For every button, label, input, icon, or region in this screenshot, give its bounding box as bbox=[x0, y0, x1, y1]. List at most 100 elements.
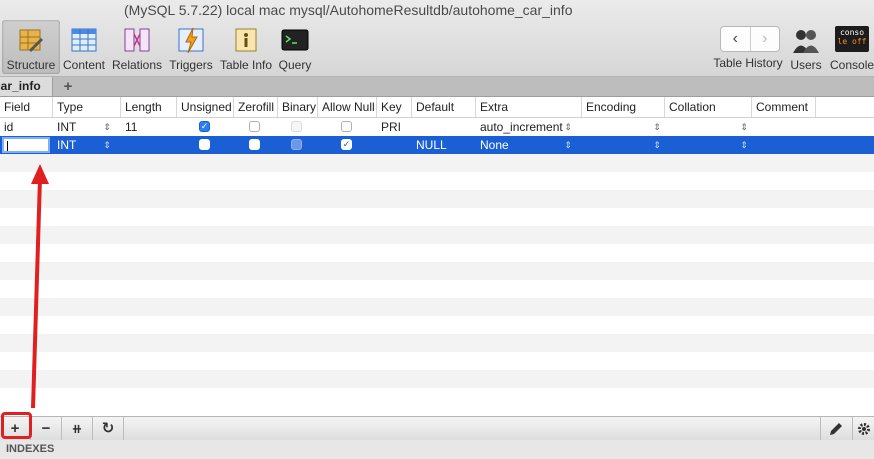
toolbar-users-label: Users bbox=[790, 58, 822, 72]
console-badge-top: conso bbox=[839, 28, 865, 37]
tab-bar: car_info + bbox=[0, 77, 874, 97]
type-stepper-icon[interactable]: ⇕ bbox=[102, 118, 112, 136]
pencil-icon bbox=[830, 423, 842, 435]
toolbar-triggers-label: Triggers bbox=[169, 58, 213, 72]
toolbar-query-button[interactable]: Query bbox=[277, 20, 313, 74]
gear-icon bbox=[858, 423, 870, 435]
table-row-selected[interactable]: INT ⇕ ✓ NULL None ⇕ ⇕ ⇕ bbox=[0, 136, 874, 154]
zerofill-checkbox[interactable] bbox=[249, 139, 260, 150]
toolbar-content-button[interactable]: Content bbox=[62, 20, 106, 74]
toolbar-table-info-button[interactable]: Table Info bbox=[219, 20, 273, 74]
console-badge-bottom: le off bbox=[837, 37, 867, 46]
column-header-unsigned[interactable]: Unsigned bbox=[177, 97, 234, 117]
extra-cell[interactable]: None bbox=[476, 136, 566, 154]
toolbar-structure-label: Structure bbox=[6, 58, 56, 72]
table-history-button[interactable]: Table History bbox=[712, 50, 784, 72]
console-icon: conso le off bbox=[835, 26, 869, 52]
empty-row bbox=[0, 208, 874, 226]
column-header-encoding[interactable]: Encoding bbox=[582, 97, 665, 117]
encoding-stepper-icon[interactable]: ⇕ bbox=[652, 136, 662, 154]
gear-button[interactable] bbox=[852, 417, 874, 440]
collation-stepper-icon[interactable]: ⇕ bbox=[739, 118, 749, 136]
window-toolbar: (MySQL 5.7.22) local mac mysql/AutohomeR… bbox=[0, 0, 874, 77]
edit-pencil-button[interactable] bbox=[820, 417, 851, 440]
empty-row bbox=[0, 388, 874, 406]
refresh-button[interactable]: ↻ bbox=[93, 417, 124, 440]
table-history-label: Table History bbox=[713, 56, 783, 70]
empty-row bbox=[0, 316, 874, 334]
window-title: (MySQL 5.7.22) local mac mysql/AutohomeR… bbox=[124, 2, 573, 18]
toolbar-relations-button[interactable]: Relations bbox=[112, 20, 162, 74]
default-cell[interactable]: NULL bbox=[412, 136, 476, 154]
field-cell[interactable]: id bbox=[0, 118, 53, 136]
type-cell[interactable]: INT bbox=[53, 136, 103, 154]
column-header-extra[interactable]: Extra bbox=[476, 97, 582, 117]
zerofill-checkbox[interactable] bbox=[249, 121, 260, 132]
table-header: Field Type Length Unsigned Zerofill Bina… bbox=[0, 97, 874, 118]
allow-null-checkbox[interactable] bbox=[341, 121, 352, 132]
toolbar-structure-button[interactable]: Structure bbox=[2, 20, 60, 74]
remove-field-button[interactable]: − bbox=[31, 417, 62, 440]
key-cell: PRI bbox=[381, 120, 402, 134]
column-header-type[interactable]: Type bbox=[53, 97, 121, 117]
annotation-highlight-box bbox=[1, 412, 32, 439]
column-header-collation[interactable]: Collation bbox=[665, 97, 752, 117]
encoding-stepper-icon[interactable]: ⇕ bbox=[652, 118, 662, 136]
query-icon bbox=[281, 26, 309, 54]
duplicate-field-button[interactable]: ⧺ bbox=[62, 417, 93, 440]
table-history-nav: ‹ › bbox=[720, 26, 780, 52]
extra-stepper-icon[interactable]: ⇕ bbox=[563, 136, 573, 154]
empty-row bbox=[0, 262, 874, 280]
unsigned-checkbox[interactable]: ✓ bbox=[199, 121, 210, 132]
structure-icon bbox=[17, 26, 45, 54]
toolbar-triggers-button[interactable]: Triggers bbox=[168, 20, 214, 74]
toolbar-query-label: Query bbox=[278, 58, 312, 72]
empty-row bbox=[0, 334, 874, 352]
column-header-comment[interactable]: Comment bbox=[752, 97, 816, 117]
toolbar-table-info-label: Table Info bbox=[219, 58, 273, 72]
empty-row bbox=[0, 352, 874, 370]
toolbar-relations-label: Relations bbox=[112, 58, 163, 72]
type-cell[interactable]: INT bbox=[53, 118, 103, 136]
empty-row bbox=[0, 154, 874, 172]
table-info-icon bbox=[232, 26, 260, 54]
column-header-key[interactable]: Key bbox=[377, 97, 412, 117]
column-header-field[interactable]: Field bbox=[0, 97, 53, 117]
empty-row bbox=[0, 226, 874, 244]
default-cell[interactable] bbox=[412, 118, 476, 136]
history-back-button[interactable]: ‹ bbox=[721, 27, 750, 51]
binary-checkbox[interactable] bbox=[291, 139, 302, 150]
tab-car-info[interactable]: car_info bbox=[0, 77, 53, 96]
toolbar-console-button[interactable]: conso le off Console bbox=[830, 20, 874, 74]
empty-row bbox=[0, 172, 874, 190]
history-forward-button[interactable]: › bbox=[749, 27, 780, 51]
column-header-binary[interactable]: Binary bbox=[278, 97, 318, 117]
empty-row bbox=[0, 298, 874, 316]
field-edit-input[interactable] bbox=[2, 137, 50, 153]
column-header-zerofill[interactable]: Zerofill bbox=[234, 97, 278, 117]
column-header-length[interactable]: Length bbox=[121, 97, 177, 117]
relations-icon bbox=[123, 26, 151, 54]
toolbar-content-label: Content bbox=[62, 58, 106, 72]
column-header-default[interactable]: Default bbox=[412, 97, 476, 117]
toolbar-console-label: Console bbox=[830, 58, 874, 72]
collation-stepper-icon[interactable]: ⇕ bbox=[739, 136, 749, 154]
content-icon bbox=[70, 26, 98, 54]
text-caret bbox=[7, 141, 8, 151]
toolbar-users-button[interactable]: Users bbox=[788, 20, 824, 74]
extra-cell[interactable]: auto_increment bbox=[476, 118, 566, 136]
empty-row bbox=[0, 190, 874, 208]
column-header-allow-null[interactable]: Allow Null bbox=[318, 97, 377, 117]
length-cell[interactable]: 11 bbox=[121, 118, 177, 136]
add-tab-button[interactable]: + bbox=[60, 77, 76, 96]
table-row[interactable]: id INT ⇕ 11 ✓ PRI auto_increment ⇕ ⇕ ⇕ bbox=[0, 118, 874, 136]
allow-null-checkbox[interactable]: ✓ bbox=[341, 139, 352, 150]
type-stepper-icon[interactable]: ⇕ bbox=[102, 136, 112, 154]
unsigned-checkbox[interactable] bbox=[199, 139, 210, 150]
empty-row bbox=[0, 244, 874, 262]
extra-stepper-icon[interactable]: ⇕ bbox=[563, 118, 573, 136]
users-icon bbox=[792, 26, 820, 54]
structure-action-bar: + − ⧺ ↻ bbox=[0, 416, 874, 440]
structure-table: Field Type Length Unsigned Zerofill Bina… bbox=[0, 97, 874, 415]
binary-checkbox[interactable] bbox=[291, 121, 302, 132]
